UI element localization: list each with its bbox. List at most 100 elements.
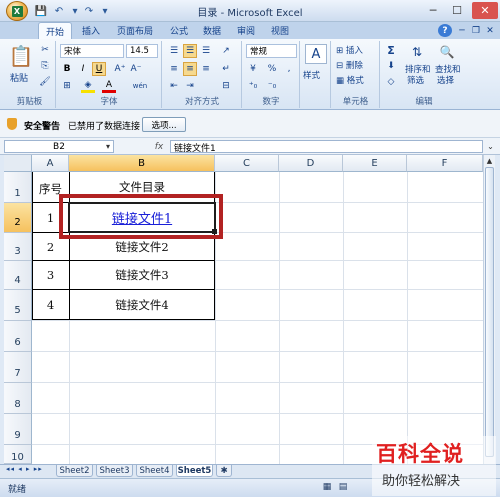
- sort-filter-label-2[interactable]: 筛选: [407, 74, 424, 86]
- column-header-e[interactable]: E: [343, 155, 407, 172]
- row-header-3[interactable]: 3: [4, 233, 32, 261]
- styles-icon[interactable]: A: [305, 44, 327, 64]
- column-header-b[interactable]: B: [69, 155, 215, 172]
- increase-decimal-icon[interactable]: ⁺₀: [246, 79, 260, 93]
- fill-color-icon[interactable]: ◈: [81, 79, 95, 93]
- decrease-decimal-icon[interactable]: ⁻₀: [265, 79, 279, 93]
- font-color-icon[interactable]: A: [102, 79, 116, 93]
- cell-b4[interactable]: 链接文件3: [69, 261, 215, 289]
- format-painter-icon[interactable]: 🖌: [38, 75, 52, 89]
- close-button[interactable]: ✕: [472, 2, 498, 19]
- row-header-10[interactable]: 10: [4, 445, 32, 464]
- clear-icon[interactable]: ◇: [384, 75, 398, 89]
- tab-view[interactable]: 视图: [266, 22, 294, 39]
- security-options-button[interactable]: 选项...: [142, 117, 186, 132]
- decrease-indent-icon[interactable]: ⇤: [167, 79, 181, 93]
- help-icon[interactable]: ?: [438, 24, 452, 37]
- grow-font-icon[interactable]: A⁺: [113, 62, 127, 76]
- undo-icon[interactable]: ↶: [52, 4, 66, 18]
- tab-home[interactable]: 开始: [38, 22, 72, 39]
- align-right-icon[interactable]: ≡: [199, 62, 213, 76]
- tab-review[interactable]: 审阅: [232, 22, 260, 39]
- row-header-1[interactable]: 1: [4, 172, 32, 203]
- cell-b5[interactable]: 链接文件4: [69, 290, 215, 320]
- sheet-tab-sheet2[interactable]: Sheet2: [56, 465, 93, 477]
- cell-a4[interactable]: 3: [32, 261, 69, 289]
- paste-icon[interactable]: 📋: [8, 43, 34, 69]
- number-format-select[interactable]: 常规: [246, 44, 297, 58]
- paste-button-label[interactable]: 粘贴: [10, 71, 28, 84]
- autosum-button[interactable]: Σ: [384, 43, 398, 57]
- shrink-font-icon[interactable]: A⁻: [129, 62, 143, 76]
- redo-icon[interactable]: ↷: [82, 4, 96, 18]
- name-box[interactable]: B2: [4, 140, 114, 153]
- row-header-7[interactable]: 7: [4, 352, 32, 383]
- workbook-close-icon[interactable]: ✕: [484, 24, 496, 37]
- save-icon[interactable]: 💾: [34, 4, 48, 18]
- page-layout-view-icon[interactable]: ▤: [336, 481, 350, 493]
- undo-dropdown-icon[interactable]: ▾: [68, 4, 82, 18]
- vertical-scroll-thumb[interactable]: [485, 167, 494, 457]
- tab-formulas[interactable]: 公式: [165, 22, 193, 39]
- row-header-4[interactable]: 4: [4, 261, 32, 290]
- worksheet-grid[interactable]: A B C D E F 1 2 3 4 5 6 7 8 9 10 序号 文件目录…: [4, 155, 483, 464]
- scroll-up-icon[interactable]: ▲: [485, 156, 494, 166]
- align-left-icon[interactable]: ≡: [167, 62, 181, 76]
- underline-button[interactable]: U: [92, 62, 106, 76]
- select-all-corner[interactable]: [4, 155, 32, 172]
- cut-icon[interactable]: ✂: [38, 43, 52, 57]
- row-header-8[interactable]: 8: [4, 383, 32, 414]
- cell-a5[interactable]: 4: [32, 290, 69, 320]
- insert-cells-button[interactable]: ⊞ 插入: [336, 44, 363, 56]
- phonetic-icon[interactable]: wén: [129, 79, 151, 93]
- maximize-button[interactable]: ☐: [446, 2, 468, 19]
- align-middle-icon[interactable]: ☰: [183, 44, 197, 58]
- name-box-dropdown-icon[interactable]: ▾: [103, 141, 113, 152]
- font-name-select[interactable]: 宋体: [60, 44, 124, 58]
- tab-insert[interactable]: 插入: [76, 22, 106, 39]
- format-cells-button[interactable]: ▦ 格式: [336, 74, 364, 86]
- delete-cells-button[interactable]: ⊟ 删除: [336, 59, 363, 71]
- orientation-icon[interactable]: ↗: [219, 44, 233, 58]
- office-button[interactable]: X: [6, 1, 28, 21]
- insert-sheet-icon[interactable]: ✱: [216, 465, 232, 477]
- percent-button[interactable]: %: [265, 62, 279, 76]
- align-center-icon[interactable]: ≡: [183, 62, 197, 76]
- sheet-tab-sheet4[interactable]: Sheet4: [136, 465, 173, 477]
- minimize-button[interactable]: ─: [422, 2, 444, 19]
- find-select-icon[interactable]: 🔍: [437, 43, 457, 61]
- column-header-d[interactable]: D: [279, 155, 343, 172]
- merge-center-icon[interactable]: ⊟: [219, 79, 233, 93]
- sheet-tab-sheet3[interactable]: Sheet3: [96, 465, 133, 477]
- insert-function-button[interactable]: fx: [150, 140, 168, 153]
- tab-page-layout[interactable]: 页面布局: [110, 22, 160, 39]
- comma-button[interactable]: ,: [282, 62, 296, 76]
- sheet-tab-sheet5[interactable]: Sheet5: [176, 465, 213, 477]
- row-header-5[interactable]: 5: [4, 290, 32, 321]
- increase-indent-icon[interactable]: ⇥: [183, 79, 197, 93]
- column-header-c[interactable]: C: [215, 155, 279, 172]
- column-header-f[interactable]: F: [407, 155, 483, 172]
- align-top-icon[interactable]: ☰: [167, 44, 181, 58]
- sheet-nav-arrows-icon[interactable]: ◂◂ ◂ ▸ ▸▸: [6, 465, 43, 473]
- column-header-a[interactable]: A: [32, 155, 69, 172]
- formula-input[interactable]: 链接文件1: [170, 140, 483, 154]
- borders-icon[interactable]: ⊞: [60, 79, 74, 93]
- row-header-6[interactable]: 6: [4, 321, 32, 352]
- normal-view-icon[interactable]: ▦: [320, 481, 334, 493]
- styles-button-label[interactable]: 样式: [303, 69, 320, 81]
- ribbon-restore-icon[interactable]: ❐: [470, 24, 482, 37]
- align-bottom-icon[interactable]: ☰: [199, 44, 213, 58]
- ribbon-minimize-icon[interactable]: ─: [456, 24, 468, 37]
- font-size-select[interactable]: 14.5: [126, 44, 158, 58]
- formula-expand-icon[interactable]: ⌄: [485, 141, 496, 152]
- italic-button[interactable]: I: [76, 62, 90, 76]
- row-header-2[interactable]: 2: [4, 203, 32, 233]
- find-select-label-2[interactable]: 选择: [437, 74, 454, 86]
- bold-button[interactable]: B: [60, 62, 74, 76]
- quick-access-customize-icon[interactable]: ▾: [98, 4, 112, 18]
- wrap-text-icon[interactable]: ↵: [219, 62, 233, 76]
- currency-icon[interactable]: ¥: [246, 62, 260, 76]
- sort-filter-icon[interactable]: ⇅: [407, 43, 427, 61]
- row-header-9[interactable]: 9: [4, 414, 32, 445]
